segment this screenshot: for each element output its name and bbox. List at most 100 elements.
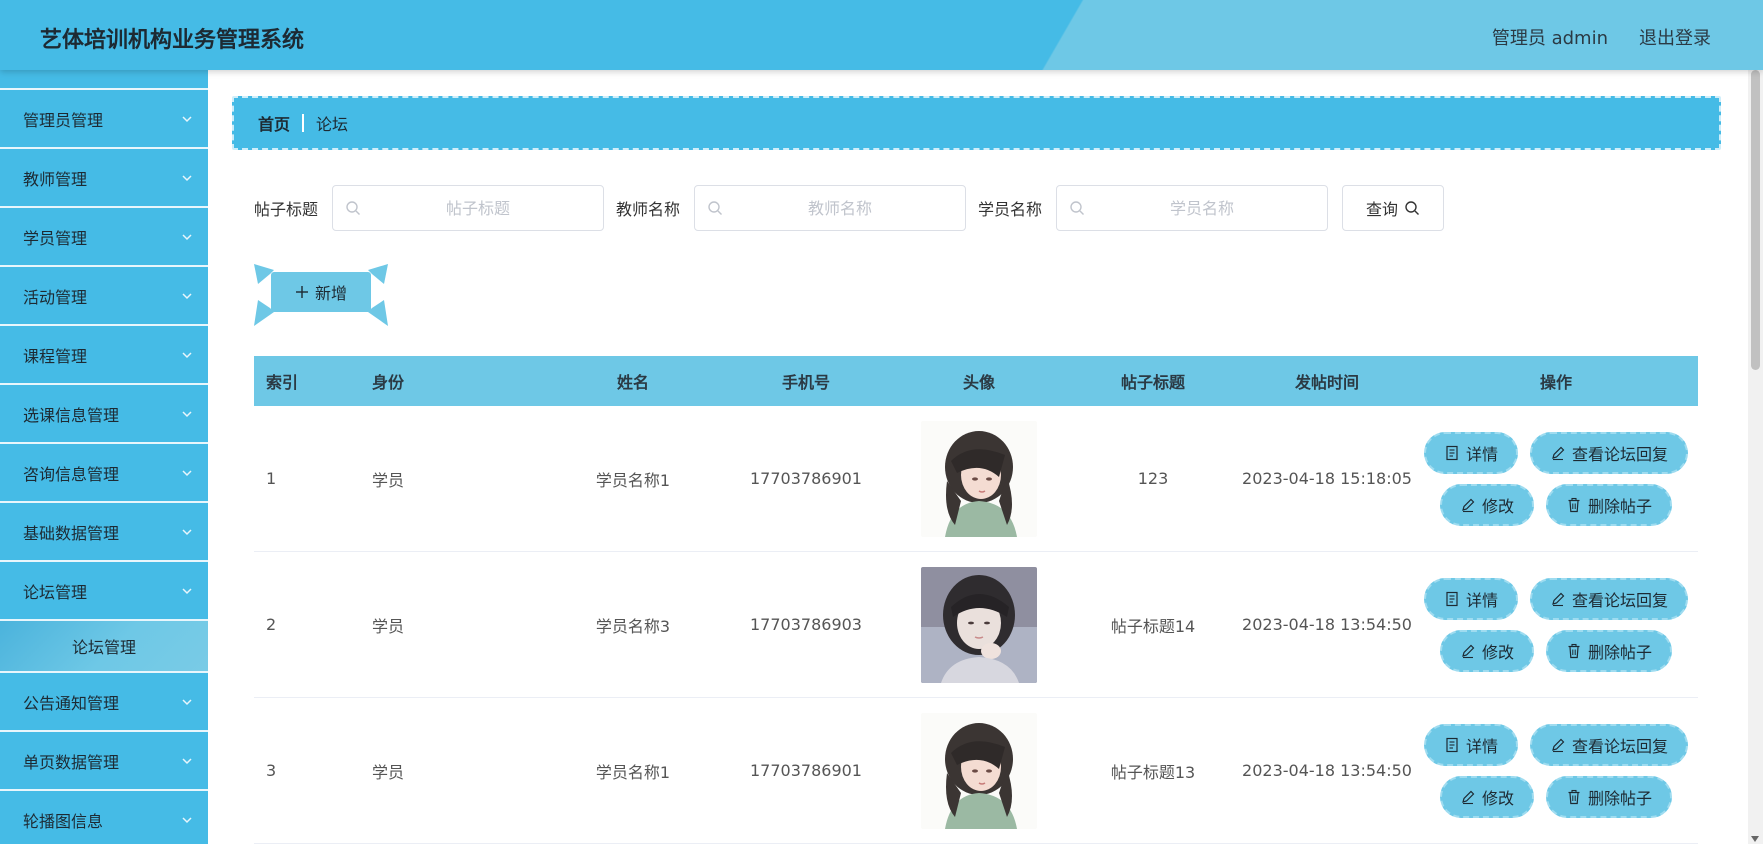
teacher-name-search — [694, 185, 967, 231]
cell-avatar — [892, 420, 1066, 537]
sidebar-item-consult[interactable]: 咨询信息管理 — [0, 444, 208, 503]
cell-role: 学员 — [372, 470, 405, 490]
edit-button[interactable]: 修改 — [1439, 629, 1534, 672]
current-user: 管理员 admin — [1491, 28, 1608, 49]
detail-button-label: 详情 — [1465, 444, 1498, 464]
forum-table: 索引 身份 姓名 手机号 头像 帖子标题 发帖时间 操作 1 学员 学员名称1 … — [254, 356, 1698, 844]
app-title: 艺体培训机构业务管理系统 — [40, 28, 305, 53]
chevron-up-icon — [182, 588, 192, 595]
breadcrumb-separator — [302, 114, 305, 132]
logout-button[interactable]: 退出登录 — [1639, 24, 1711, 50]
search-icon — [708, 201, 723, 215]
avatar-image[interactable] — [921, 420, 1037, 537]
edit-pen-icon — [1552, 446, 1565, 460]
teacher-name-input[interactable] — [695, 186, 966, 230]
cell-avatar — [892, 566, 1066, 683]
sidebar-item-activity[interactable]: 活动管理 — [0, 267, 208, 326]
edit-button[interactable]: 修改 — [1439, 775, 1534, 818]
delete-button[interactable]: 删除帖子 — [1546, 775, 1673, 818]
view-replies-button-label: 查看论坛回复 — [1572, 590, 1669, 610]
main-content: 首页 论坛 帖子标题 教师名称 学员名称 查询 — [208, 70, 1748, 844]
scrollbar-thumb[interactable] — [1751, 70, 1760, 370]
delete-button[interactable]: 删除帖子 — [1546, 629, 1673, 672]
sidebar-item-student[interactable]: 学员管理 — [0, 208, 208, 267]
sidebar-item-label: 轮播图信息 — [23, 811, 104, 831]
header-post-time: 发帖时间 — [1294, 373, 1359, 392]
delete-button-label: 删除帖子 — [1588, 496, 1653, 516]
edit-pen-icon — [1552, 592, 1565, 606]
sidebar-item-forum[interactable]: 论坛管理 — [0, 562, 208, 621]
header-name: 姓名 — [616, 373, 649, 392]
edit-pen-icon — [1462, 790, 1475, 804]
plus-icon — [295, 286, 308, 298]
trash-icon — [1568, 643, 1580, 658]
edit-button[interactable]: 修改 — [1439, 483, 1534, 526]
sidebar-item-course[interactable]: 课程管理 — [0, 326, 208, 385]
chevron-down-icon — [182, 758, 192, 765]
delete-button[interactable]: 删除帖子 — [1546, 483, 1673, 526]
chevron-down-icon — [182, 470, 192, 477]
sidebar-item-enrollment[interactable]: 选课信息管理 — [0, 385, 208, 444]
vertical-scrollbar[interactable] — [1748, 70, 1763, 844]
cell-index: 2 — [266, 615, 277, 634]
add-button[interactable]: 新增 — [271, 272, 371, 312]
post-title-label: 帖子标题 — [254, 200, 319, 219]
student-name-search — [1056, 185, 1329, 231]
header-avatar: 头像 — [962, 373, 995, 392]
cell-post-time: 2023-04-18 15:18:05 — [1242, 469, 1412, 488]
sidebar-item-admin[interactable]: 管理员管理 — [0, 90, 208, 149]
document-icon — [1446, 591, 1458, 606]
avatar-image[interactable] — [921, 712, 1037, 829]
detail-button[interactable]: 详情 — [1423, 577, 1518, 620]
scroll-down-arrow-icon[interactable] — [1751, 836, 1759, 842]
sidebar-item-label: 论坛管理 — [23, 582, 88, 602]
cell-name: 学员名称1 — [595, 470, 671, 490]
detail-button-label: 详情 — [1465, 590, 1498, 610]
search-icon — [1405, 201, 1420, 215]
sidebar-item-label: 单页数据管理 — [23, 752, 120, 772]
sidebar-item-label: 公告通知管理 — [23, 693, 120, 713]
cell-ops: 详情 查看论坛回复 修改 删除帖子 — [1414, 723, 1698, 818]
teacher-name-label: 教师名称 — [616, 200, 681, 219]
query-button-label: 查询 — [1366, 200, 1399, 219]
trash-icon — [1568, 789, 1580, 804]
search-bar: 帖子标题 教师名称 学员名称 查询 — [254, 184, 1445, 232]
cell-post-time: 2023-04-18 13:54:50 — [1242, 615, 1412, 634]
chevron-down-icon — [182, 175, 192, 182]
sidebar-item-carousel[interactable]: 轮播图信息 — [0, 791, 208, 844]
search-icon — [1070, 201, 1085, 215]
student-name-input[interactable] — [1057, 186, 1328, 230]
sidebar-item-singlepage[interactable]: 单页数据管理 — [0, 732, 208, 791]
chevron-down-icon — [182, 529, 192, 536]
edit-pen-icon — [1462, 498, 1475, 512]
view-replies-button[interactable]: 查看论坛回复 — [1530, 431, 1689, 474]
view-replies-button[interactable]: 查看论坛回复 — [1530, 577, 1689, 620]
cell-avatar — [892, 712, 1066, 829]
query-button[interactable]: 查询 — [1342, 185, 1445, 231]
detail-button[interactable]: 详情 — [1423, 723, 1518, 766]
view-replies-button[interactable]: 查看论坛回复 — [1530, 723, 1689, 766]
avatar-image[interactable] — [921, 566, 1037, 683]
chevron-down-icon — [182, 817, 192, 824]
post-title-input[interactable] — [333, 186, 604, 230]
cell-index: 1 — [266, 469, 277, 488]
table-row: 1 学员 学员名称1 17703786901 123 2023-04-18 15… — [254, 406, 1698, 552]
detail-button-label: 详情 — [1465, 736, 1498, 756]
sidebar-subitem-forum[interactable]: 论坛管理 — [0, 621, 208, 673]
edit-button-label: 修改 — [1481, 788, 1514, 808]
sidebar-item-label: 咨询信息管理 — [23, 464, 120, 484]
sidebar-item-basedata[interactable]: 基础数据管理 — [0, 503, 208, 562]
sidebar-item-teacher[interactable]: 教师管理 — [0, 149, 208, 208]
cell-phone: 17703786903 — [750, 615, 862, 634]
chevron-down-icon — [182, 411, 192, 418]
chevron-down-icon — [182, 699, 192, 706]
detail-button[interactable]: 详情 — [1423, 431, 1518, 474]
sidebar-item-notice[interactable]: 公告通知管理 — [0, 673, 208, 732]
cell-ops: 详情 查看论坛回复 修改 删除帖子 — [1414, 577, 1698, 672]
view-replies-button-label: 查看论坛回复 — [1572, 736, 1669, 756]
breadcrumb-home[interactable]: 首页 — [258, 111, 290, 135]
cell-phone: 17703786901 — [750, 469, 862, 488]
header-phone: 手机号 — [781, 373, 830, 392]
cell-index: 3 — [266, 761, 277, 780]
sidebar-item-label: 活动管理 — [23, 287, 88, 307]
